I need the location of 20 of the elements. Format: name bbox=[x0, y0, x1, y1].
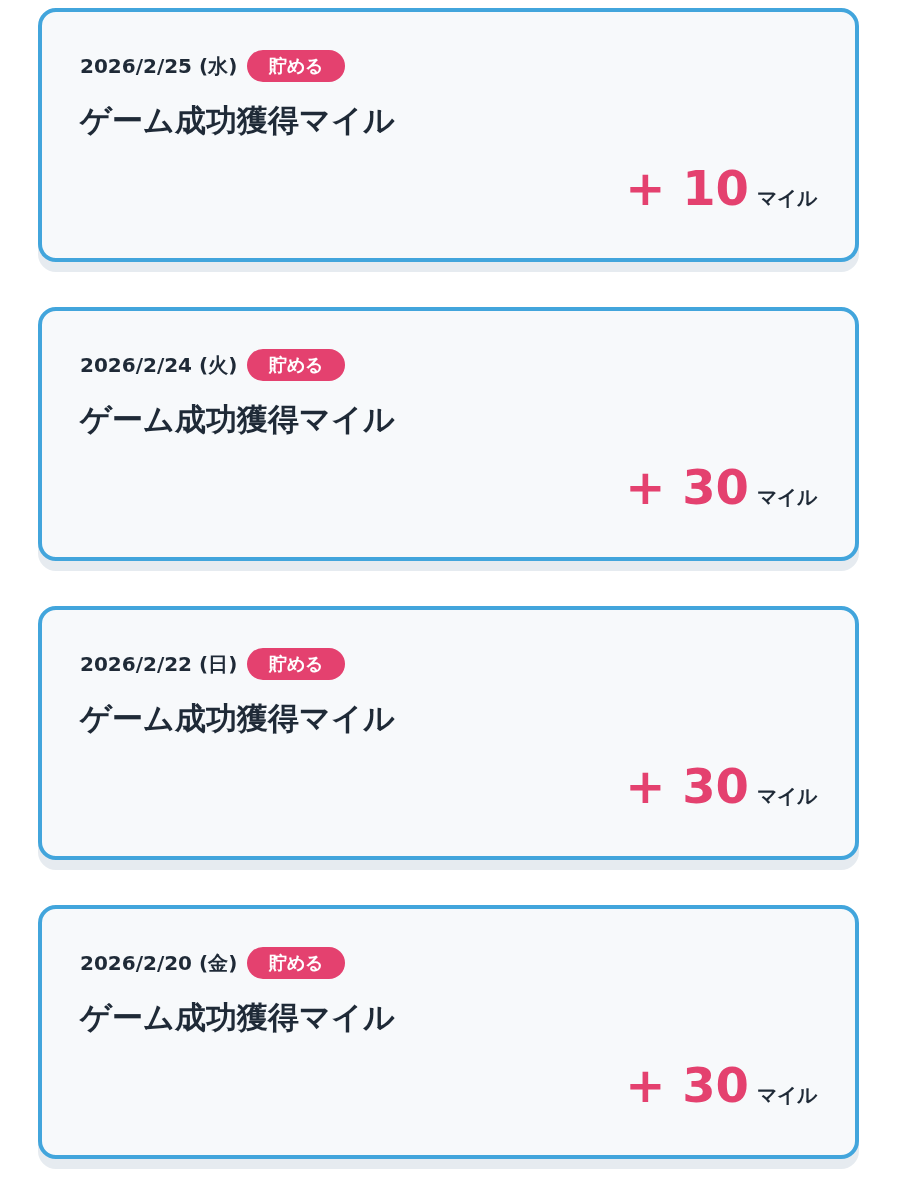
miles-amount: + 30 bbox=[625, 758, 749, 814]
miles-unit: マイル bbox=[757, 783, 817, 810]
miles-amount: + 10 bbox=[625, 160, 749, 216]
miles-unit: マイル bbox=[757, 484, 817, 511]
save-badge: 貯める bbox=[247, 50, 346, 82]
entry-date: 2026/2/24 (火) bbox=[80, 351, 238, 379]
entry-date: 2026/2/20 (金) bbox=[80, 949, 238, 977]
entry-date: 2026/2/22 (日) bbox=[80, 650, 238, 678]
save-badge: 貯める bbox=[247, 349, 346, 381]
miles-unit: マイル bbox=[757, 185, 817, 212]
miles-amount: + 30 bbox=[625, 459, 749, 515]
miles-amount: + 30 bbox=[625, 1057, 749, 1113]
entry-title: ゲーム成功獲得マイル bbox=[80, 998, 396, 1037]
miles-unit: マイル bbox=[757, 1082, 817, 1109]
entry-title: ゲーム成功獲得マイル bbox=[80, 699, 396, 738]
entry-title: ゲーム成功獲得マイル bbox=[80, 400, 396, 439]
save-badge: 貯める bbox=[247, 648, 346, 680]
entry-date: 2026/2/25 (水) bbox=[80, 52, 238, 80]
save-badge: 貯める bbox=[247, 947, 346, 979]
entry-title: ゲーム成功獲得マイル bbox=[80, 101, 396, 140]
